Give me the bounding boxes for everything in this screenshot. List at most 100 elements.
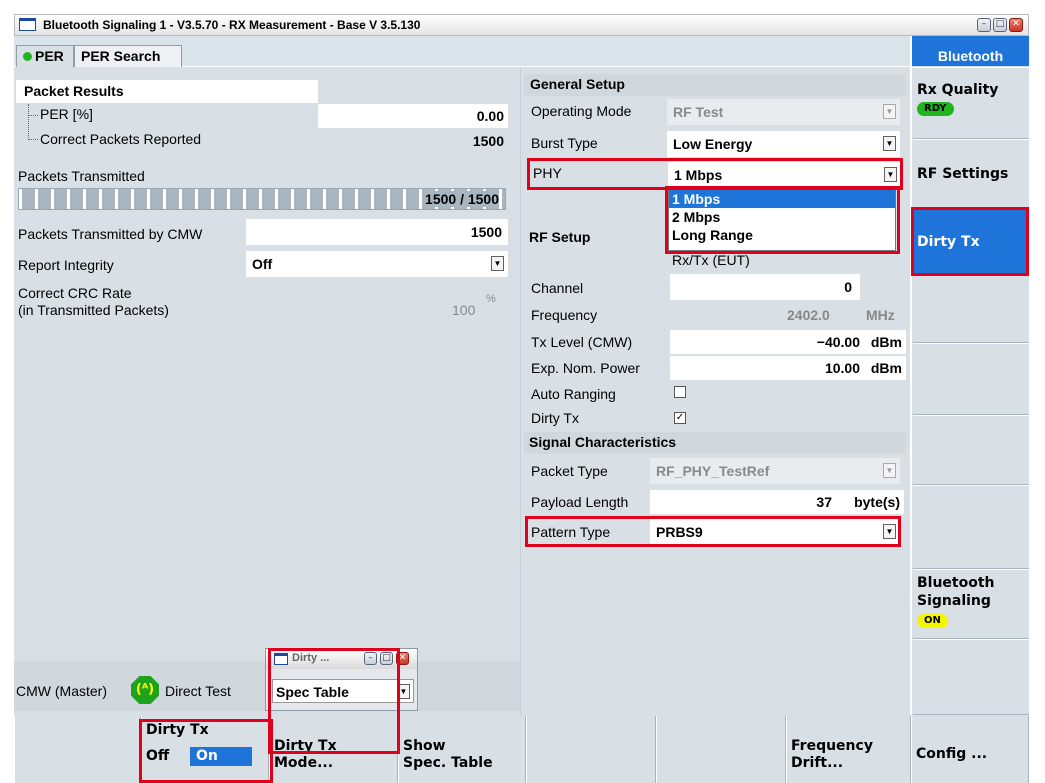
per-label: PER [%] [40, 106, 93, 122]
tab-per-label: PER [35, 48, 64, 64]
frequency-label: Frequency [531, 307, 598, 323]
channel-field[interactable]: 0 [670, 274, 860, 300]
sidebar-empty-slot [913, 415, 1029, 485]
correct-packets-label: Correct Packets Reported [40, 131, 202, 147]
packet-type-field: RF_PHY_TestRef ▼ [650, 458, 900, 484]
dirty-tx-checkbox[interactable]: ✓ [674, 412, 686, 424]
rf-setup-header: RF Setup [529, 229, 591, 245]
per-value: 0.00 [318, 104, 508, 128]
packet-results-header: Packet Results [24, 83, 124, 99]
tab-per[interactable]: PER [16, 45, 74, 67]
exp-power-unit: dBm [870, 360, 902, 376]
correct-packets-value: 1500 [472, 133, 504, 149]
bt-signaling-button[interactable]: Bluetooth Signaling ON [913, 569, 1029, 639]
general-setup-header: General Setup [530, 76, 625, 92]
window-title: Bluetooth Signaling 1 - V3.5.70 - RX Mea… [43, 18, 421, 32]
dirty-tx-mode-highlight-box [268, 648, 400, 754]
payload-length-field[interactable]: 37 byte(s) [650, 490, 904, 514]
packet-type-label: Packet Type [531, 463, 608, 479]
bt-signaling-line1: Bluetooth [917, 575, 995, 591]
chevron-down-icon[interactable]: ▼ [491, 256, 504, 271]
minimize-icon[interactable]: – [977, 18, 991, 32]
sidebar-empty-slot [913, 275, 1029, 343]
packets-progress-bar: 1500 / 1500 [18, 188, 506, 210]
antenna-icon: (ᴬ) [131, 676, 159, 704]
config-softkey[interactable]: Config ... [911, 716, 1029, 783]
close-icon[interactable]: ✕ [1009, 18, 1023, 32]
auto-ranging-checkbox[interactable] [674, 386, 686, 398]
tree-line [28, 139, 38, 140]
config-label: Config ... [916, 746, 988, 762]
dirty-tx-softkey-highlight-box [139, 719, 273, 783]
burst-type-dropdown[interactable]: Low Energy ▼ [667, 131, 900, 157]
softkey-empty [526, 716, 656, 783]
window-icon [19, 18, 36, 31]
chevron-down-icon: ▼ [883, 104, 896, 119]
maximize-icon[interactable]: □ [993, 18, 1007, 32]
rf-settings-button[interactable]: RF Settings [913, 139, 1029, 209]
on-badge: ON [917, 614, 948, 628]
status-dot-icon [23, 52, 32, 61]
sidebar-header: Bluetooth [912, 36, 1029, 66]
tx-level-label: Tx Level (CMW) [531, 334, 633, 350]
show-spec-table-softkey[interactable]: Show Spec. Table [398, 716, 526, 783]
packets-progress-text: 1500 / 1500 [425, 191, 499, 207]
tx-level-unit: dBm [870, 334, 902, 350]
payload-length-value: 37 [816, 494, 832, 510]
tree-line [28, 115, 38, 116]
exp-power-value: 10.00 [824, 360, 860, 376]
softkey-empty [14, 716, 141, 783]
rx-quality-button[interactable]: Rx Quality RDY [913, 67, 1029, 139]
general-setup-header-box: General Setup [524, 74, 906, 96]
sidebar-empty-slot [913, 639, 1029, 715]
dirty-tx-mode-line2: Mode... [274, 755, 334, 771]
channel-label: Channel [531, 280, 584, 296]
chevron-down-icon[interactable]: ▼ [883, 136, 896, 151]
frequency-value: 2402.0 [787, 307, 830, 323]
crc-rate-label-2: (in Transmitted Packets) [18, 302, 169, 318]
tx-level-field[interactable]: −40.00 dBm [670, 330, 906, 354]
tab-per-search[interactable]: PER Search [74, 45, 182, 67]
tx-level-value: −40.00 [816, 334, 860, 350]
burst-type-value: Low Energy [673, 136, 753, 152]
signal-characteristics-header-box: Signal Characteristics [524, 432, 906, 454]
chevron-down-icon: ▼ [883, 463, 896, 478]
payload-length-label: Payload Length [531, 494, 629, 510]
exp-power-label: Exp. Nom. Power [531, 360, 640, 376]
show-spec-line2: Spec. Table [403, 755, 493, 771]
sidebar-empty-slot [913, 485, 1029, 569]
freq-drift-line1: Frequency [791, 738, 873, 754]
payload-length-unit: byte(s) [854, 494, 900, 510]
crc-rate-unit: % [486, 293, 496, 305]
rf-settings-label: RF Settings [917, 166, 1009, 182]
phy-options-highlight-box [665, 186, 900, 254]
operating-mode-value: RF Test [673, 104, 724, 120]
operating-mode-field: RF Test ▼ [667, 99, 900, 125]
rdy-badge: RDY [917, 102, 954, 116]
report-integrity-dropdown[interactable]: Off ▼ [246, 251, 508, 277]
softkey-empty [656, 716, 786, 783]
crc-rate-value: 100 [452, 302, 476, 318]
show-spec-line1: Show [403, 738, 446, 754]
frequency-drift-softkey[interactable]: Frequency Drift... [786, 716, 911, 783]
sidebar-empty-slot [913, 343, 1029, 415]
operating-mode-label: Operating Mode [531, 103, 632, 119]
tab-per-search-label: PER Search [81, 48, 161, 64]
dirty-tx-label: Dirty Tx [531, 410, 579, 426]
direct-test-label: Direct Test [165, 683, 231, 699]
bt-signaling-line2: Signaling [917, 593, 991, 609]
packet-results-header-box: Packet Results [16, 80, 318, 103]
per-results-pane [14, 67, 520, 715]
rf-setup-header-box: RF Setup [524, 225, 664, 251]
cmw-packets-value: 1500 [246, 219, 508, 245]
rx-quality-label: Rx Quality [917, 82, 999, 98]
signal-characteristics-header: Signal Characteristics [529, 434, 677, 450]
dirty-tx-sidebar-highlight-box [911, 207, 1029, 276]
exp-power-field[interactable]: 10.00 dBm [670, 356, 906, 380]
packet-type-value: RF_PHY_TestRef [656, 463, 770, 479]
packets-transmitted-label: Packets Transmitted [18, 168, 145, 184]
cmw-master-label: CMW (Master) [16, 683, 107, 699]
tab-bar: PER PER Search [14, 36, 910, 67]
burst-type-label: Burst Type [531, 135, 598, 151]
frequency-unit: MHz [866, 307, 895, 323]
